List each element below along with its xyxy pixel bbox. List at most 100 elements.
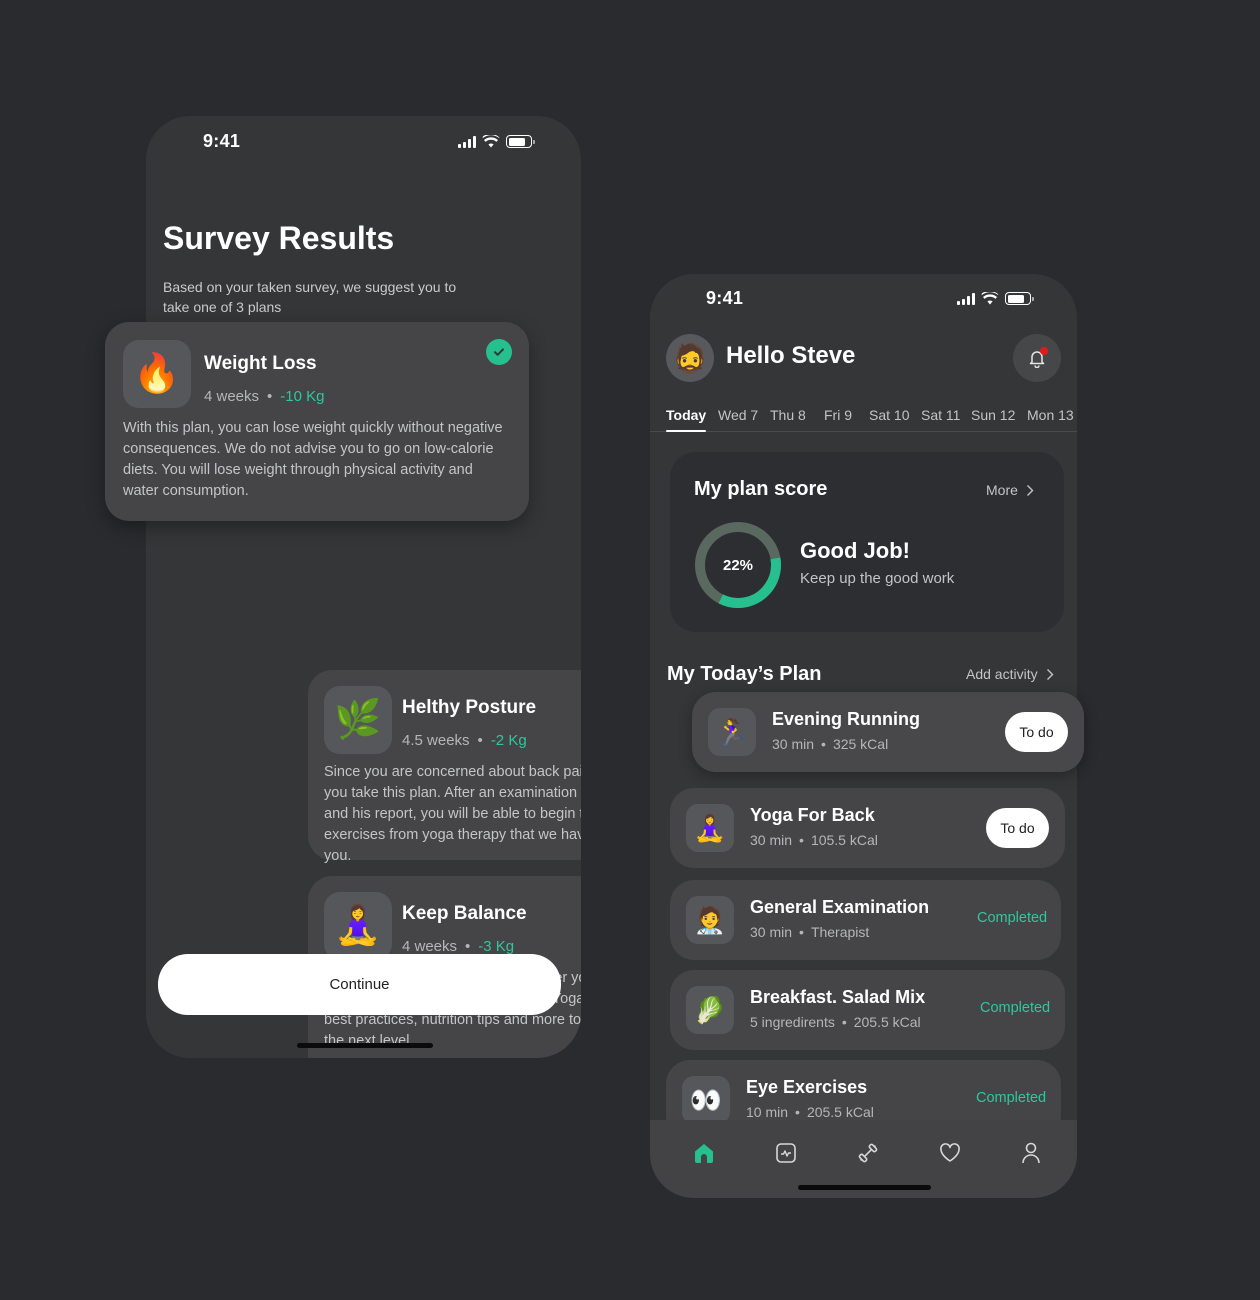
score-headline: Good Job! [800, 538, 910, 563]
plan-card-helthy-posture[interactable]: 🌿 Helthy Posture 4.5 weeks • -2 Kg Since y… [308, 670, 581, 864]
completed-status: Completed [976, 1090, 1047, 1106]
separator-dot: • [465, 938, 471, 955]
tab-fri-9[interactable]: Fri 9 [824, 407, 852, 423]
notifications-button[interactable] [1013, 334, 1061, 382]
activity-calories: 205.5 kCal [806, 1104, 874, 1120]
notification-dot [1040, 347, 1048, 355]
activity-name: Yoga For Back [750, 805, 875, 825]
activity-general-examination[interactable]: 🧑‍⚕️ General Examination 30 min • Therapis… [670, 880, 1061, 960]
chevron-right-icon [1046, 668, 1054, 680]
score-percent: 22% [722, 556, 754, 574]
page-title: Survey Results [163, 220, 395, 256]
profile-icon[interactable] [1018, 1140, 1044, 1166]
activity-duration: 30 min [750, 924, 793, 940]
status-time: 9:41 [203, 131, 241, 151]
today-plan-title: My Today’s Plan [667, 663, 822, 685]
doctor-icon: 🧑‍⚕️ [686, 896, 734, 944]
activity-duration: 30 min [750, 832, 793, 848]
eyes-icon: 👀 [682, 1076, 730, 1124]
add-activity-label: Add activity [966, 666, 1038, 682]
salad-icon: 🥬 [686, 986, 734, 1034]
tab-thu-8[interactable]: Thu 8 [770, 407, 806, 423]
plan-description: With this plan, you can lose weight quic… [123, 420, 503, 499]
tab-wed-7[interactable]: Wed 7 [718, 407, 758, 423]
plan-meta: 4 weeks • -10 Kg [204, 388, 325, 405]
plan-name: Keep Balance [402, 903, 527, 924]
continue-button[interactable]: Continue [158, 954, 561, 1015]
activity-specialist: Therapist [810, 924, 870, 940]
completed-status: Completed [977, 910, 1048, 926]
signal-icon [957, 292, 975, 305]
home-indicator [297, 1043, 433, 1048]
plan-description: Since you are concerned about back pain,… [324, 764, 581, 864]
activity-evening-running[interactable]: 🏃‍♀️ Evening Running 30 min • 325 kCal To … [692, 692, 1084, 772]
separator-dot: • [477, 732, 483, 749]
plan-duration: 4 weeks [204, 388, 260, 405]
plan-duration: 4.5 weeks [402, 732, 470, 749]
status-time: 9:41 [706, 288, 744, 308]
todo-button[interactable]: To do [986, 808, 1049, 848]
separator-dot: • [841, 1014, 847, 1030]
avatar[interactable]: 🧔 [666, 334, 714, 382]
activity-meta: 30 min • 105.5 kCal [750, 832, 878, 848]
plan-name: Helthy Posture [402, 697, 537, 718]
page-subtitle: Based on your taken survey, we suggest y… [163, 279, 457, 315]
activity-calories: 325 kCal [832, 736, 889, 752]
more-link[interactable]: More [986, 482, 1034, 498]
activity-yoga-for-back[interactable]: 🧘‍♀️ Yoga For Back 30 min • 105.5 kCal To … [670, 788, 1065, 868]
tab-sun-12[interactable]: Sun 12 [971, 407, 1015, 423]
home-indicator [798, 1185, 931, 1190]
plan-card-weight-loss[interactable]: 🔥 Weight Loss 4 weeks • -10 Kg With this p… [105, 322, 529, 521]
home-icon[interactable] [691, 1140, 717, 1166]
plan-weight-change: -10 Kg [280, 388, 325, 405]
activity-duration: 30 min [772, 736, 815, 752]
completed-status: Completed [980, 1000, 1051, 1016]
plan-score-card: My plan score More 22% Good Job! Keep up… [670, 452, 1064, 632]
activity-calories: 105.5 kCal [810, 832, 878, 848]
plan-meta: 4 weeks • -3 Kg [402, 938, 514, 955]
day-tabs: Today Wed 7 Thu 8 Fri 9 Sat 10 Sat 11 Su… [650, 404, 1077, 432]
dumbbell-icon[interactable] [855, 1140, 881, 1166]
tab-sat-10[interactable]: Sat 10 [869, 407, 909, 423]
tab-today[interactable]: Today [666, 407, 707, 432]
separator-dot: • [799, 832, 804, 848]
heart-icon[interactable] [937, 1140, 963, 1166]
herb-icon: 🌿 [324, 686, 392, 754]
bottom-tab-bar [650, 1120, 1077, 1198]
plan-duration: 4 weeks [402, 938, 458, 955]
more-label: More [986, 482, 1018, 498]
signal-icon [458, 135, 476, 148]
wifi-icon [981, 292, 999, 305]
running-icon: 🏃‍♀️ [708, 708, 756, 756]
survey-results-screen: 9:41 Survey Results Based on your taken … [146, 116, 581, 1058]
activity-name: Breakfast. Salad Mix [750, 987, 926, 1007]
activity-meta: 10 min • 205.5 kCal [746, 1104, 874, 1120]
tab-sat-11[interactable]: Sat 11 [921, 407, 960, 423]
activity-meta: 30 min • 325 kCal [772, 736, 888, 752]
activity-chart-icon[interactable] [773, 1140, 799, 1166]
activity-calories: 205.5 kCal [853, 1014, 921, 1030]
battery-icon [1005, 292, 1034, 305]
plan-weight-change: -3 Kg [478, 938, 515, 955]
plan-selected-check[interactable] [486, 339, 512, 365]
activity-meta: 30 min • Therapist [750, 924, 869, 940]
chevron-right-icon [1026, 484, 1034, 496]
separator-dot: • [795, 1104, 800, 1120]
activity-name: Eye Exercises [746, 1077, 868, 1097]
greeting: Hello Steve [726, 342, 856, 369]
home-screen: 9:41 🧔 Hello Steve Today Wed 7 Thu 8 Fri… [650, 274, 1084, 1198]
activity-name: Evening Running [772, 709, 920, 729]
separator-dot: • [821, 736, 826, 752]
activity-meta: 5 ingredirents • 205.5 kCal [750, 1014, 921, 1030]
wifi-icon [482, 135, 500, 148]
activity-breakfast-salad-mix[interactable]: 🥬 Breakfast. Salad Mix 5 ingredirents • 20… [670, 970, 1065, 1050]
plan-score-title: My plan score [694, 478, 828, 500]
activity-name: General Examination [750, 897, 930, 917]
status-icons [957, 292, 1034, 305]
activity-ingredients: 5 ingredirents [750, 1014, 835, 1030]
plan-meta: 4.5 weeks • -2 Kg [402, 732, 527, 749]
add-activity-link[interactable]: Add activity [966, 666, 1054, 682]
activity-duration: 10 min [746, 1104, 789, 1120]
todo-button[interactable]: To do [1005, 712, 1068, 752]
tab-mon-13[interactable]: Mon 13 [1027, 407, 1074, 423]
